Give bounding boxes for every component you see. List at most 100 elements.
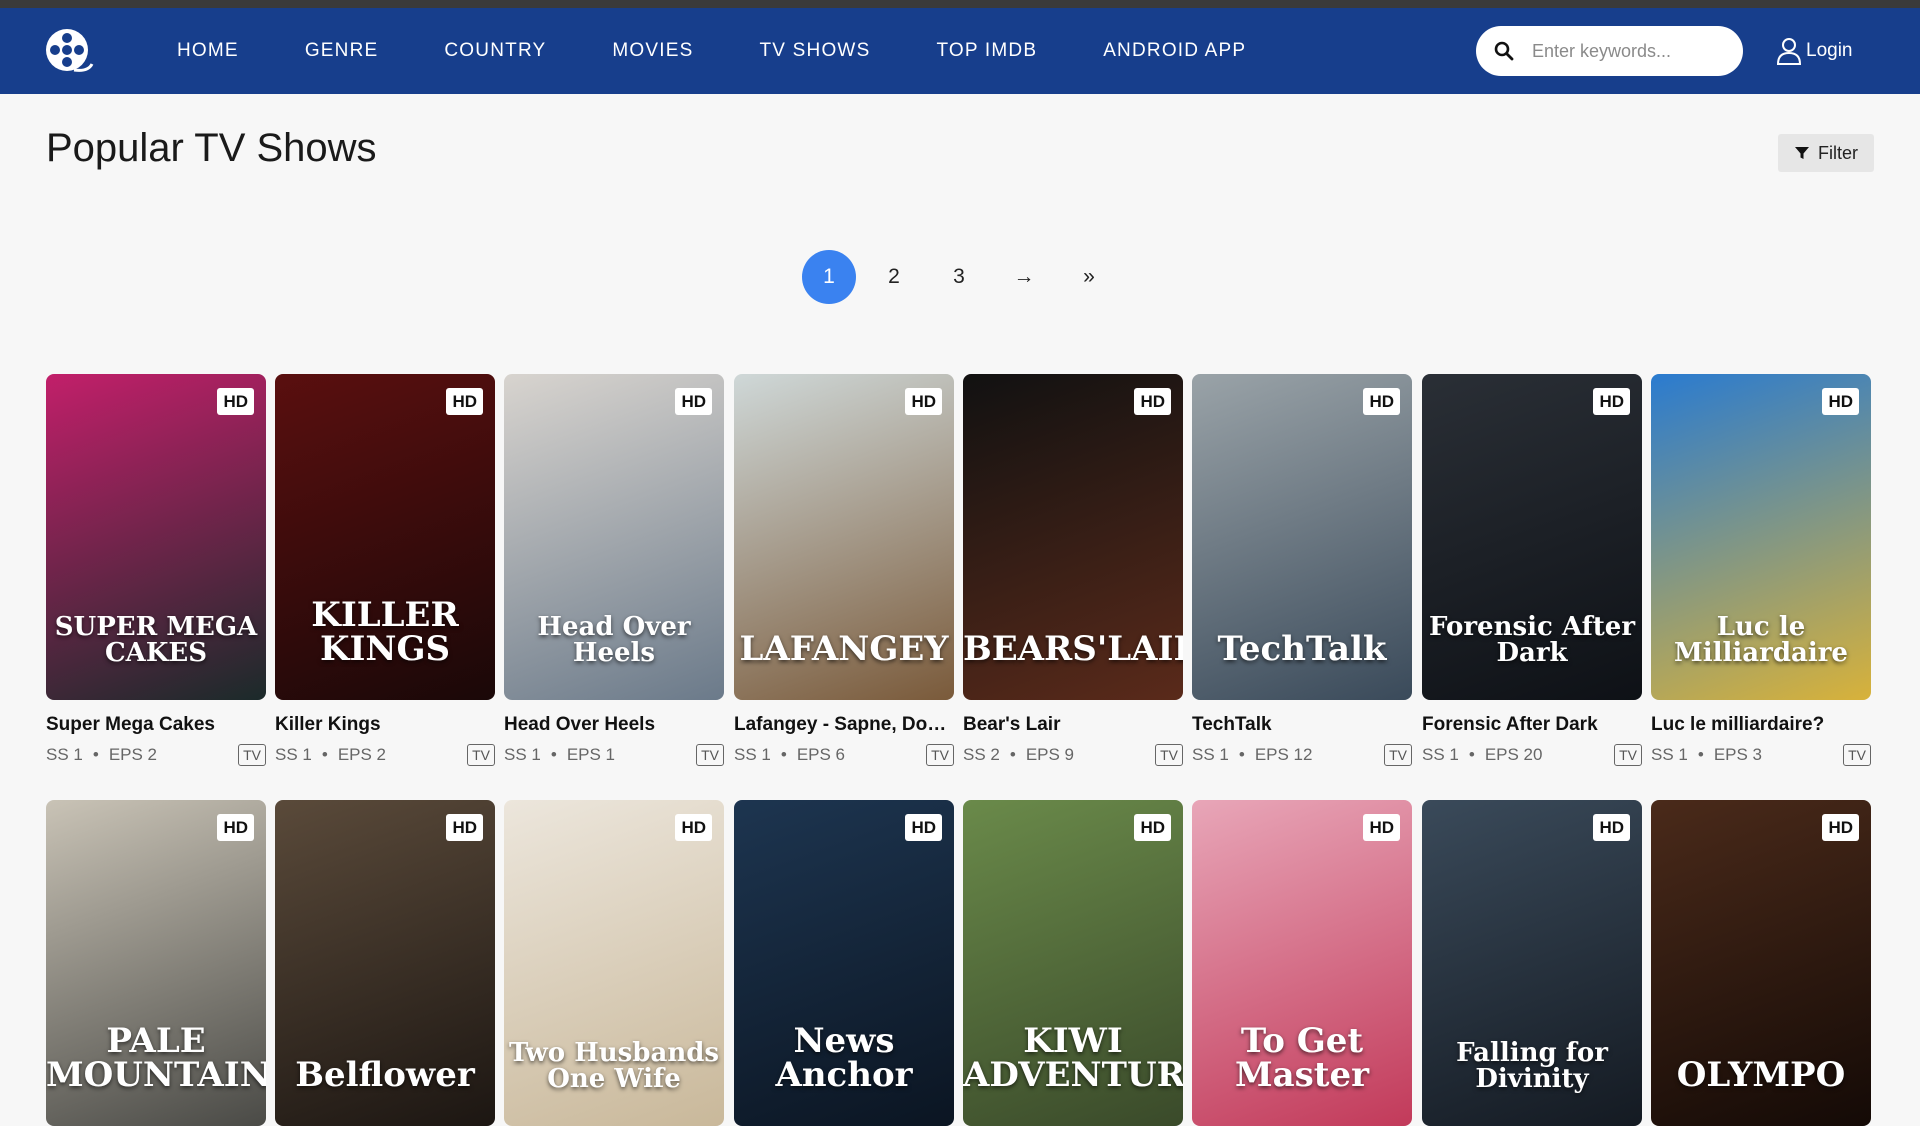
show-poster[interactable]: OLYMPO HD (1651, 800, 1871, 1126)
show-title[interactable]: Super Mega Cakes (46, 714, 266, 736)
poster-title-text: To Get Master (1234, 1021, 1370, 1095)
show-title[interactable]: TechTalk (1192, 714, 1412, 736)
site-logo-icon[interactable] (44, 28, 94, 74)
show-title[interactable]: Head Over Heels (504, 714, 724, 736)
browser-top-strip (0, 0, 1920, 8)
hd-badge: HD (217, 814, 254, 841)
poster-title-text: Two Husbands One Wife (508, 1038, 720, 1094)
poster-title-text: OLYMPO (1676, 1055, 1846, 1095)
hd-badge: HD (675, 814, 712, 841)
poster-title-text: LAFANGEY (739, 629, 949, 669)
show-card[interactable]: News Anchor HD (734, 800, 954, 1126)
show-poster[interactable]: KIWI ADVENTURE HD (963, 800, 1183, 1126)
show-card[interactable]: Belflower HD (275, 800, 495, 1126)
type-badge: TV (238, 744, 266, 766)
filter-button[interactable]: Filter (1778, 134, 1874, 172)
type-badge: TV (1155, 744, 1183, 766)
show-card[interactable]: Falling for Divinity HD (1422, 800, 1642, 1126)
show-meta: SS 1 • EPS 6 TV (734, 744, 954, 766)
show-meta: SS 1 • EPS 2 TV (46, 744, 266, 766)
search-input[interactable] (1530, 39, 1734, 63)
page-3[interactable]: 3 (932, 250, 986, 304)
show-meta: SS 1 • EPS 20 TV (1422, 744, 1642, 766)
show-meta: SS 1 • EPS 12 TV (1192, 744, 1412, 766)
show-title[interactable]: Lafangey - Sapne, Dosti, Duniya (734, 714, 954, 736)
last-page-button[interactable]: » (1062, 250, 1116, 304)
type-badge: TV (1843, 744, 1871, 766)
type-badge: TV (926, 744, 954, 766)
show-title[interactable]: Bear's Lair (963, 714, 1183, 736)
show-card[interactable]: SUPER MEGA CAKES HD Super Mega Cakes SS 1 • E… (46, 374, 266, 766)
show-poster[interactable]: To Get Master HD (1192, 800, 1412, 1126)
hd-badge: HD (1134, 388, 1171, 415)
nav-tv-shows[interactable]: TV SHOWS (760, 40, 871, 62)
show-poster[interactable]: Two Husbands One Wife HD (504, 800, 724, 1126)
nav-country[interactable]: COUNTRY (444, 40, 546, 62)
show-poster[interactable]: BEARS'LAIR HD (963, 374, 1183, 700)
show-card[interactable]: Two Husbands One Wife HD (504, 800, 724, 1126)
show-card[interactable]: LAFANGEY HD Lafangey - Sapne, Dosti, Duniy… (734, 374, 954, 766)
nav-movies[interactable]: MOVIES (612, 40, 693, 62)
main-nav: HOME GENRE COUNTRY MOVIES TV SHOWS TOP I… (177, 8, 1312, 94)
hd-badge: HD (675, 388, 712, 415)
show-card[interactable]: KIWI ADVENTURE HD (963, 800, 1183, 1126)
nav-genre[interactable]: GENRE (305, 40, 379, 62)
show-card[interactable]: OLYMPO HD (1651, 800, 1871, 1126)
season-label: SS 2 (963, 745, 1000, 764)
show-title[interactable]: Killer Kings (275, 714, 495, 736)
show-card[interactable]: PALE MOUNTAINS HD (46, 800, 266, 1126)
filter-label: Filter (1818, 142, 1858, 163)
show-poster[interactable]: LAFANGEY HD (734, 374, 954, 700)
episodes-label: EPS 9 (1025, 745, 1075, 764)
hd-badge: HD (1593, 388, 1630, 415)
show-poster[interactable]: PALE MOUNTAINS HD (46, 800, 266, 1126)
show-poster[interactable]: Belflower HD (275, 800, 495, 1126)
show-meta: SS 1 • EPS 2 TV (275, 744, 495, 766)
page-2[interactable]: 2 (867, 250, 921, 304)
episodes-label: EPS 20 (1484, 745, 1543, 764)
poster-title-text: Forensic After Dark (1428, 612, 1636, 668)
poster-title-text: News Anchor (775, 1021, 913, 1095)
show-meta: SS 1 • EPS 1 TV (504, 744, 724, 766)
show-card[interactable]: Luc le Milliardaire HD Luc le milliardaire… (1651, 374, 1871, 766)
nav-top-imdb[interactable]: TOP IMDB (936, 40, 1037, 62)
show-title[interactable]: Luc le milliardaire? (1651, 714, 1871, 736)
user-icon (1776, 38, 1802, 65)
show-poster[interactable]: Luc le Milliardaire HD (1651, 374, 1871, 700)
season-label: SS 1 (275, 745, 312, 764)
show-poster[interactable]: Head Over Heels HD (504, 374, 724, 700)
page-1[interactable]: 1 (802, 250, 856, 304)
show-card[interactable]: To Get Master HD (1192, 800, 1412, 1126)
show-card[interactable]: Head Over Heels HD Head Over Heels SS 1 • EPS… (504, 374, 724, 766)
episodes-label: EPS 3 (1713, 745, 1763, 764)
hd-badge: HD (446, 814, 483, 841)
type-badge: TV (696, 744, 724, 766)
nav-home[interactable]: HOME (177, 40, 239, 62)
show-title[interactable]: Forensic After Dark (1422, 714, 1642, 736)
show-meta: SS 1 • EPS 3 TV (1651, 744, 1871, 766)
show-card[interactable]: KILLER KINGS HD Killer Kings SS 1 • EPS 2 TV (275, 374, 495, 766)
search-icon[interactable] (1494, 41, 1514, 61)
nav-android-app[interactable]: ANDROID APP (1103, 40, 1246, 62)
next-page-arrow[interactable]: → (997, 250, 1051, 304)
separator-dot: • (1009, 745, 1016, 764)
show-poster[interactable]: Falling for Divinity HD (1422, 800, 1642, 1126)
separator-dot: • (780, 745, 787, 764)
search-box (1476, 26, 1743, 76)
poster-title-text: Luc le Milliardaire (1674, 612, 1848, 668)
login-button[interactable]: Login (1776, 34, 1853, 68)
show-card[interactable]: TechTalk HD TechTalk SS 1 • EPS 12 TV (1192, 374, 1412, 766)
show-poster[interactable]: SUPER MEGA CAKES HD (46, 374, 266, 700)
hd-badge: HD (1363, 388, 1400, 415)
poster-title-text: KIWI ADVENTURE (963, 1021, 1183, 1095)
show-poster[interactable]: Forensic After Dark HD (1422, 374, 1642, 700)
episodes-label: EPS 2 (108, 745, 158, 764)
hd-badge: HD (1593, 814, 1630, 841)
show-poster[interactable]: News Anchor HD (734, 800, 954, 1126)
season-label: SS 1 (734, 745, 771, 764)
type-badge: TV (1614, 744, 1642, 766)
show-poster[interactable]: KILLER KINGS HD (275, 374, 495, 700)
show-card[interactable]: Forensic After Dark HD Forensic After Dark… (1422, 374, 1642, 766)
show-poster[interactable]: TechTalk HD (1192, 374, 1412, 700)
show-card[interactable]: BEARS'LAIR HD Bear's Lair SS 2 • EPS 9 TV (963, 374, 1183, 766)
